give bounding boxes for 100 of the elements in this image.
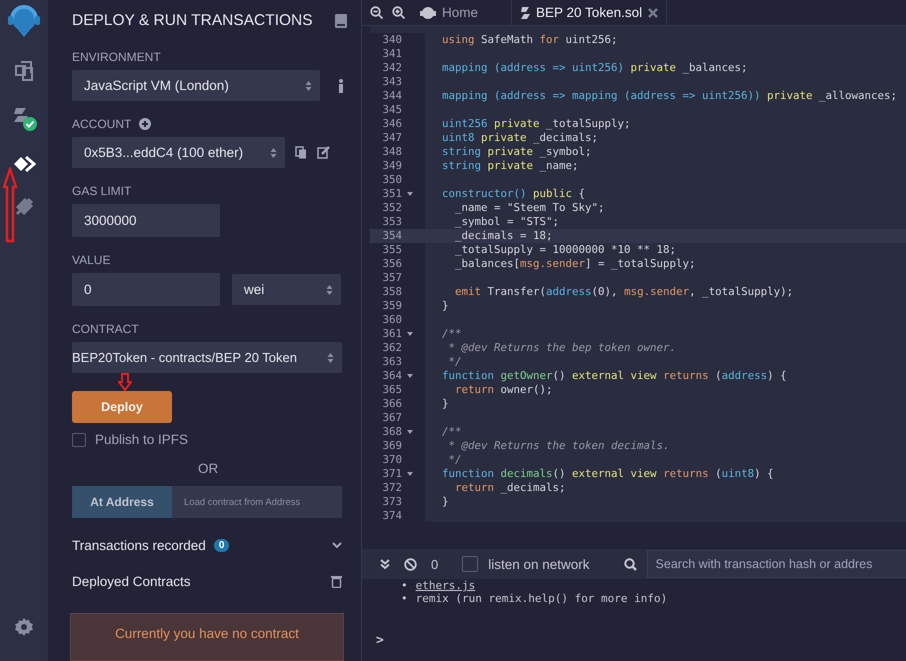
- pending-count: 0: [431, 556, 438, 572]
- plus-icon[interactable]: [139, 118, 152, 130]
- code-line: /**: [441, 425, 462, 439]
- field-label: VALUE: [72, 253, 112, 267]
- account-select[interactable]: 0x5B3...eddC4 (100 ether): [72, 137, 285, 168]
- line-number: 367: [381, 411, 402, 425]
- double-chevron-down-icon[interactable]: [380, 559, 390, 569]
- checkbox-label: Publish to IPFS: [95, 432, 188, 447]
- line-number: 363: [381, 355, 402, 369]
- output-text: remix (run remix.help() for more info): [416, 592, 668, 605]
- code-line: using SafeMath for uint256;: [441, 33, 618, 47]
- line-number: 342: [381, 61, 402, 75]
- bullet: •: [401, 579, 408, 592]
- plug-icon[interactable]: [13, 196, 35, 218]
- line-number: 341: [381, 47, 402, 61]
- book-icon[interactable]: [334, 14, 347, 28]
- line-number: 348: [381, 145, 402, 159]
- copy-icon[interactable]: [295, 146, 307, 159]
- fold-icon[interactable]: [407, 332, 413, 336]
- chevron-down-icon[interactable]: [332, 542, 342, 548]
- line-number: 362: [381, 341, 402, 355]
- updown-icon: [326, 284, 333, 296]
- fold-icon[interactable]: [407, 192, 413, 196]
- updown-icon: [327, 352, 334, 364]
- address-field[interactable]: Load contract from Address: [172, 486, 342, 518]
- fold-icon[interactable]: [407, 374, 413, 378]
- line-number: 357: [381, 271, 402, 285]
- at-address-button[interactable]: At Address: [72, 486, 172, 518]
- line-number: 360: [381, 313, 402, 327]
- line-number: 371: [381, 467, 402, 481]
- deployed-contracts-label: Deployed Contracts: [72, 574, 191, 588]
- value-field[interactable]: 0: [72, 273, 220, 306]
- line-number: 349: [381, 159, 402, 173]
- panel-title: DEPLOY & RUN TRANSACTIONS: [72, 12, 313, 30]
- info-icon[interactable]: [338, 78, 344, 92]
- field-label: ACCOUNT: [72, 117, 132, 131]
- zoom-out-icon[interactable]: [370, 6, 383, 19]
- close-icon[interactable]: [648, 8, 658, 18]
- code-line: }: [441, 299, 449, 313]
- code-line: _balances[msg.sender] = _totalSupply;: [454, 257, 696, 271]
- code-line: * @dev Returns the bep token owner.: [448, 341, 676, 355]
- line-number: 356: [381, 257, 402, 271]
- code-line: function decimals() external view returns (uint8) {: [441, 467, 774, 481]
- code-line: emit Transfer(address(0), msg.sender, _totalSupply);: [454, 285, 794, 299]
- code-line: /**: [441, 327, 462, 341]
- code-line: _symbol = "STS";: [454, 215, 560, 229]
- gas-limit-field[interactable]: 3000000: [72, 204, 220, 237]
- line-number: 364: [381, 369, 402, 383]
- field-label: ENVIRONMENT: [72, 50, 162, 64]
- listen-checkbox[interactable]: [462, 556, 478, 572]
- line-number: 340: [381, 33, 402, 47]
- code-line: return _decimals;: [454, 481, 566, 495]
- code-line: _decimals = 18;: [454, 229, 553, 243]
- fold-icon[interactable]: [407, 430, 413, 434]
- line-number: 359: [381, 299, 402, 313]
- field-label: GAS LIMIT: [72, 184, 132, 198]
- settings-icon[interactable]: [14, 617, 34, 637]
- search-field[interactable]: Search with transaction hash or addres: [646, 550, 906, 578]
- updown-icon: [270, 146, 277, 158]
- code-line: return owner();: [454, 383, 553, 397]
- contract-select[interactable]: BEP20Token - contracts/BEP 20 Token: [72, 342, 342, 373]
- code-line: uint256 private _totalSupply;: [441, 117, 631, 131]
- search-icon[interactable]: [624, 558, 637, 570]
- bullet: •: [401, 592, 408, 605]
- code-line: mapping (address => uint256) private _balances;: [441, 61, 748, 75]
- logo-icon: [420, 6, 436, 20]
- unit-select[interactable]: wei: [232, 274, 341, 305]
- updown-icon: [305, 80, 312, 92]
- line-number: 343: [381, 75, 402, 89]
- code-line: constructor() public {: [441, 187, 586, 201]
- editor-tab[interactable]: Home: [414, 0, 484, 25]
- output-link[interactable]: ethers.js: [416, 579, 476, 592]
- checkbox-label: listen on network: [488, 556, 590, 572]
- code-line: */: [448, 453, 462, 467]
- code-line: mapping (address => mapping (address => uint256)) private _allowances;: [441, 89, 898, 103]
- publish-checkbox[interactable]: [72, 432, 86, 446]
- edit-icon[interactable]: [317, 146, 330, 159]
- line-number: 350: [381, 173, 402, 187]
- code-line: _name = "Steem To Sky";: [454, 201, 605, 215]
- clear-icon[interactable]: [404, 558, 417, 570]
- line-number: 354: [381, 229, 402, 243]
- editor-tab[interactable]: BEP 20 Token.sol: [511, 0, 668, 25]
- line-number: 372: [381, 481, 402, 495]
- deploy-icon[interactable]: [12, 154, 36, 174]
- line-number: 355: [381, 243, 402, 257]
- line-number: 366: [381, 397, 402, 411]
- line-number: 346: [381, 117, 402, 131]
- code-line: function getOwner() external view returns (address) {: [441, 369, 787, 383]
- line-number: 361: [381, 327, 402, 341]
- line-number: 374: [381, 509, 402, 523]
- files-icon[interactable]: [13, 60, 35, 82]
- zoom-in-icon[interactable]: [392, 6, 405, 19]
- trash-icon[interactable]: [331, 574, 342, 588]
- fold-icon[interactable]: [407, 472, 413, 476]
- environment-select[interactable]: JavaScript VM (London): [72, 70, 320, 101]
- code-line: string private _name;: [441, 159, 579, 173]
- code-line: }: [441, 397, 449, 411]
- transactions-recorded-label: Transactions recorded: [72, 538, 206, 552]
- line-number: 365: [381, 383, 402, 397]
- line-number: 370: [381, 453, 402, 467]
